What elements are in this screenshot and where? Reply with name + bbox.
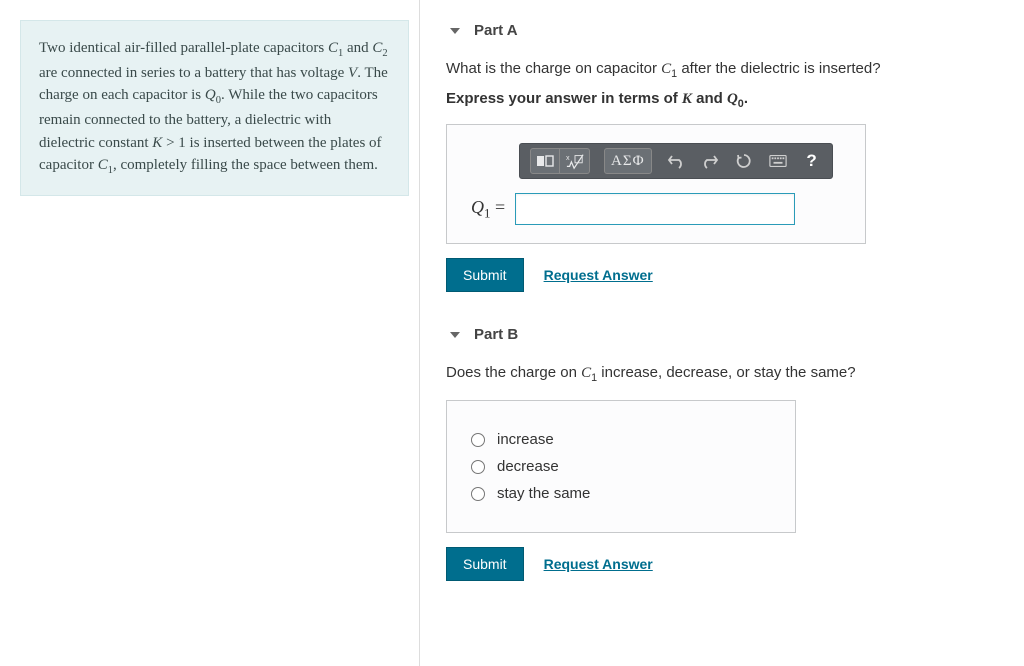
part-a-instruction: Express your answer in terms of K and Q0… <box>446 90 1008 110</box>
action-row-a: Submit Request Answer <box>446 258 1008 292</box>
request-answer-link[interactable]: Request Answer <box>544 556 653 572</box>
radio-input[interactable] <box>471 487 485 501</box>
radio-label: stay the same <box>497 485 590 502</box>
submit-button[interactable]: Submit <box>446 547 524 581</box>
reset-icon[interactable] <box>734 149 754 173</box>
part-a-question: What is the charge on capacitor C1 after… <box>446 60 1008 80</box>
answer-panel-a: x ΑΣΦ ? <box>446 124 866 244</box>
radio-option[interactable]: decrease <box>471 458 771 475</box>
radio-label: increase <box>497 431 554 448</box>
part-a-body: What is the charge on capacitor C1 after… <box>444 60 1008 292</box>
answer-panel-b: increase decrease stay the same <box>446 400 796 533</box>
problem-statement: Two identical air-filled parallel-plate … <box>20 20 409 196</box>
template-icon[interactable] <box>530 148 560 174</box>
greek-letters-button[interactable]: ΑΣΦ <box>604 148 652 174</box>
equation-row: Q1 = <box>471 193 841 225</box>
part-b-body: Does the charge on C1 increase, decrease… <box>444 364 1008 581</box>
part-b: Part B Does the charge on C1 increase, d… <box>444 320 1008 581</box>
part-b-question: Does the charge on C1 increase, decrease… <box>446 364 1008 384</box>
keyboard-icon[interactable] <box>768 149 788 173</box>
part-a: Part A What is the charge on capacitor C… <box>444 16 1008 292</box>
answer-input[interactable] <box>515 193 795 225</box>
equation-toolbar: x ΑΣΦ ? <box>519 143 833 179</box>
radio-input[interactable] <box>471 460 485 474</box>
template-group: x <box>530 148 590 174</box>
radio-input[interactable] <box>471 433 485 447</box>
request-answer-link[interactable]: Request Answer <box>544 267 653 283</box>
fraction-sqrt-icon[interactable]: x <box>560 148 590 174</box>
help-button[interactable]: ? <box>802 149 822 173</box>
caret-down-icon <box>450 332 460 338</box>
part-a-title: Part A <box>474 22 518 39</box>
left-column: Two identical air-filled parallel-plate … <box>0 0 420 666</box>
answer-label: Q1 = <box>471 197 505 222</box>
part-b-title: Part B <box>474 326 518 343</box>
part-a-header[interactable]: Part A <box>444 16 1008 46</box>
caret-down-icon <box>450 28 460 34</box>
undo-icon[interactable] <box>666 149 686 173</box>
right-column: Part A What is the charge on capacitor C… <box>420 0 1024 666</box>
radio-option[interactable]: stay the same <box>471 485 771 502</box>
svg-text:x: x <box>566 153 570 162</box>
submit-button[interactable]: Submit <box>446 258 524 292</box>
action-row-b: Submit Request Answer <box>446 547 1008 581</box>
redo-icon[interactable] <box>700 149 720 173</box>
part-b-header[interactable]: Part B <box>444 320 1008 350</box>
radio-label: decrease <box>497 458 559 475</box>
radio-option[interactable]: increase <box>471 431 771 448</box>
